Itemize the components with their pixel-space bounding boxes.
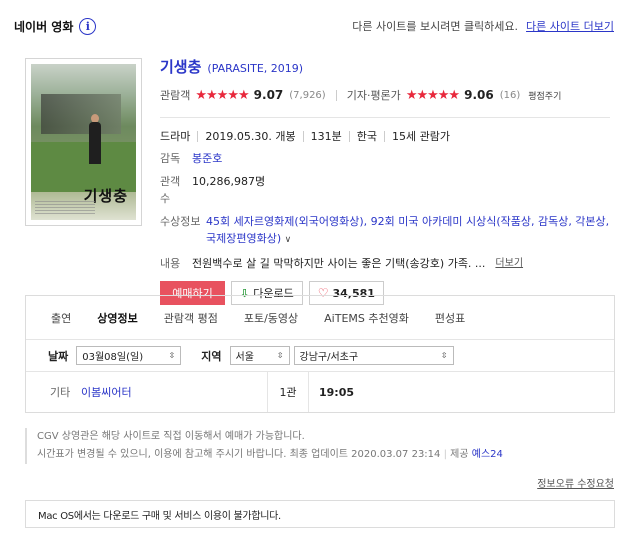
- viewers-label: 관객수: [160, 175, 181, 205]
- critic-count: (16): [499, 89, 521, 101]
- date-label: 날짜: [48, 349, 69, 363]
- tab-tv-schedule[interactable]: 편성표: [422, 310, 478, 326]
- meta-sep: [348, 130, 350, 142]
- runtime: 131분: [310, 130, 342, 143]
- director-link[interactable]: 봉준호: [192, 150, 222, 167]
- poster-house-shape: [41, 94, 121, 134]
- tab-showtimes[interactable]: 상영정보: [84, 310, 150, 326]
- mac-notice: Mac OS에서는 다운로드 구매 및 서비스 이용이 불가합니다.: [25, 500, 615, 528]
- audience-count: (7,926): [289, 89, 326, 101]
- other-site-link[interactable]: 다른 사이트 더보기: [526, 18, 614, 34]
- poster-figure-body: [89, 122, 101, 164]
- details-divider: [160, 117, 610, 118]
- date-select[interactable]: 03월08일(일) ⇳: [76, 346, 182, 365]
- director-row: 감독 봉준호: [160, 150, 610, 167]
- rate-button[interactable]: 평점주기: [528, 89, 561, 102]
- note-line-2: 시간표가 변경될 수 있으니, 이용에 참고해 주시기 바랍니다. 최종 업데이…: [37, 449, 503, 460]
- note-update-text: 시간표가 변경될 수 있으니, 이용에 참고해 주시기 바랍니다. 최종 업데이…: [37, 449, 441, 460]
- meta-sep: [302, 130, 304, 142]
- info-icon[interactable]: i: [79, 17, 97, 35]
- awards-text: 45회 세자르영화제(외국어영화상), 92회 미국 아카데미 시상식(작품상,…: [206, 215, 610, 245]
- tab-photo-video[interactable]: 포토/동영상: [231, 310, 311, 326]
- report-error-link[interactable]: 정보오류 수정요청: [537, 475, 614, 490]
- movie-poster[interactable]: 기생충: [25, 58, 142, 226]
- date-value: 03월08일(일): [82, 352, 144, 363]
- notes: CGV 상영관은 해당 사이트로 직접 이동해서 예매가 가능합니다. 시간표가…: [25, 428, 615, 464]
- page-title: 네이버 영화: [14, 19, 74, 34]
- region-value: 서울: [235, 352, 254, 363]
- desc-row: 내용 전원백수로 살 길 막막하지만 사이는 좋은 기택(송강호) 가족. ..…: [160, 255, 610, 272]
- desc-text: 전원백수로 살 길 막막하지만 사이는 좋은 기택(송강호) 가족. ...: [192, 257, 486, 270]
- movie-title-en: (PARASITE, 2019): [207, 62, 304, 75]
- audience-score: 9.07: [253, 88, 284, 102]
- movie-details: 기생충 (PARASITE, 2019) 관람객 ★★★★★ 9.07 (7,9…: [160, 56, 610, 305]
- awards-row: 수상정보 45회 세자르영화제(외국어영화상), 92회 미국 아카데미 시상식…: [160, 213, 610, 249]
- meta-sep: [197, 130, 199, 142]
- movie-title[interactable]: 기생충: [160, 56, 201, 77]
- poster-image: 기생충: [31, 64, 136, 220]
- critic-score: 9.06: [464, 88, 494, 102]
- awards-label: 수상정보: [160, 215, 201, 228]
- director-label: 감독: [160, 152, 181, 165]
- theater-link[interactable]: 이봄씨어터: [81, 384, 267, 400]
- desc-more-link[interactable]: 더보기: [495, 255, 523, 272]
- other-site-area: 다른 사이트를 보시려면 클릭하세요. 다른 사이트 더보기: [352, 18, 614, 34]
- district-select[interactable]: 강남구/서초구 ⇳: [293, 346, 454, 365]
- critic-label: 기자·평론가: [346, 89, 401, 102]
- provider-label: 제공: [450, 449, 469, 460]
- tab-bar: 출연 상영정보 관람객 평점 포토/동영상 AiTEMS 추천영화 편성표: [26, 296, 614, 340]
- meta-row: 드라마 2019.05.30. 개봉 131분 한국 15세 관람가: [160, 128, 610, 144]
- note-line-1: CGV 상영관은 해당 사이트로 직접 이동해서 예매가 가능합니다.: [37, 431, 305, 442]
- release-date: 2019.05.30. 개봉: [205, 130, 296, 143]
- awards-link[interactable]: 45회 세자르영화제(외국어영화상), 92회 미국 아카데미 시상식(작품상,…: [206, 213, 610, 249]
- audience-stars-icon: ★★★★★: [195, 87, 249, 103]
- country: 한국: [356, 130, 377, 143]
- tab-cast[interactable]: 출연: [38, 310, 84, 326]
- chevron-updown-icon: ⇳: [440, 351, 448, 360]
- rating-divider: [335, 89, 337, 101]
- other-site-notice: 다른 사이트를 보시려면 클릭하세요.: [352, 20, 519, 33]
- desc-label: 내용: [160, 257, 181, 270]
- schedule-row: 기타 이봄씨어터 1관 19:05: [26, 372, 614, 412]
- meta-sep: [383, 130, 385, 142]
- region-label: 지역: [201, 349, 222, 363]
- region-select[interactable]: 서울 ⇳: [229, 346, 290, 365]
- audience-label: 관람객: [160, 89, 191, 102]
- title-row: 기생충 (PARASITE, 2019): [160, 56, 610, 78]
- provider-link[interactable]: 예스24: [472, 449, 503, 460]
- tab-audience-reviews[interactable]: 관람객 평점: [151, 310, 231, 326]
- genre: 드라마: [160, 130, 191, 143]
- filter-row: 날짜 03월08일(일) ⇳ 지역 서울 ⇳ 강남구/서초구 ⇳: [26, 340, 614, 372]
- age-rating: 15세 관람가: [391, 130, 450, 143]
- tab-aitems[interactable]: AiTEMS 추천영화: [311, 310, 422, 326]
- chevron-down-icon[interactable]: ∨: [285, 235, 292, 245]
- top-bar: 네이버 영화 i 다른 사이트를 보시려면 클릭하세요. 다른 사이트 더보기: [14, 14, 614, 38]
- hall-number: 1관: [267, 372, 309, 412]
- district-value: 강남구/서초구: [299, 352, 359, 363]
- viewers-value: 10,286,987명: [192, 175, 266, 188]
- theater-type: 기타: [50, 386, 71, 399]
- showtime-panel: 출연 상영정보 관람객 평점 포토/동영상 AiTEMS 추천영화 편성표 날짜…: [25, 295, 615, 413]
- chevron-updown-icon: ⇳: [276, 351, 284, 360]
- chevron-updown-icon: ⇳: [168, 351, 176, 360]
- showtime[interactable]: 19:05: [309, 386, 354, 399]
- rating-row: 관람객 ★★★★★ 9.07 (7,926) 기자·평론가 ★★★★★ 9.06…: [160, 86, 610, 104]
- poster-credits: [35, 200, 95, 214]
- viewers-row: 관객수 10,286,987명: [160, 173, 610, 207]
- critic-stars-icon: ★★★★★: [405, 87, 460, 103]
